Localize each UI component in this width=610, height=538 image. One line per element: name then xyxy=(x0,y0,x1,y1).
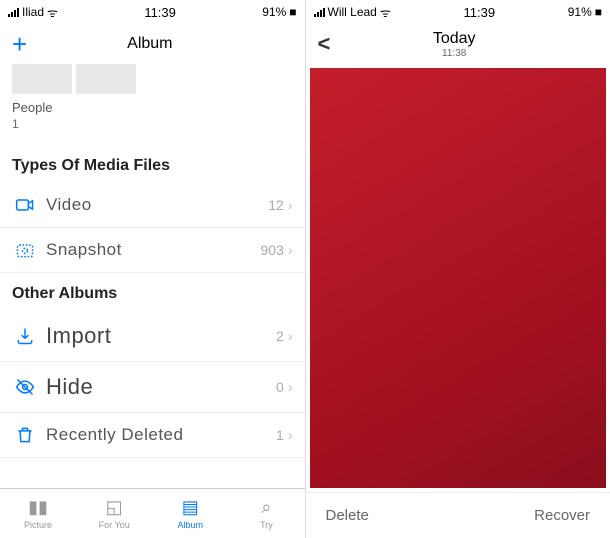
wifi-icon: ᯤ xyxy=(47,4,58,21)
tab-foryou[interactable]: ◱ For You xyxy=(76,489,152,538)
signal-icon xyxy=(8,8,19,17)
tab-picture[interactable]: ▮▮ Picture xyxy=(0,489,76,538)
section-other-albums: Other Albums xyxy=(0,273,305,311)
tab-label: Album xyxy=(178,520,204,530)
chevron-right-icon: › xyxy=(288,242,293,258)
row-count: 0 xyxy=(276,379,284,395)
status-bar: Iliad ᯤ 11:39 91% ■ xyxy=(0,0,305,24)
recover-button[interactable]: Recover xyxy=(534,507,590,524)
video-icon xyxy=(12,195,38,215)
battery-pct: 91% xyxy=(262,5,286,19)
row-count: 903 xyxy=(260,242,283,258)
photo-detail-screen: Will Lead ᯤ 11:39 91% ■ < Today 11:38 De… xyxy=(306,0,610,538)
row-label: Recently Deleted xyxy=(38,425,276,445)
people-label: People xyxy=(0,100,305,117)
row-snapshot[interactable]: Snapshot 903 › xyxy=(0,228,305,273)
tab-label: For You xyxy=(99,520,130,530)
camera-icon xyxy=(12,240,38,260)
tab-search[interactable]: ⌕ Try xyxy=(228,489,304,538)
battery-icon: ■ xyxy=(289,5,296,19)
row-label: Snapshot xyxy=(38,240,260,260)
page-title: Album xyxy=(27,35,272,53)
thumbnail[interactable] xyxy=(76,64,136,94)
battery-pct: 91% xyxy=(568,5,592,19)
bottom-bar: Delete Recover xyxy=(306,492,610,538)
row-import[interactable]: Import 2 › xyxy=(0,311,305,362)
row-hide[interactable]: Hide 0 › xyxy=(0,362,305,413)
chevron-right-icon: › xyxy=(288,379,293,395)
clock: 11:39 xyxy=(144,5,176,20)
subtitle: 11:38 xyxy=(330,48,578,59)
row-label: Video xyxy=(38,195,268,215)
tab-bar: ▮▮ Picture ◱ For You ▤ Album ⌕ Try xyxy=(0,488,305,538)
tab-label: Picture xyxy=(24,520,52,530)
back-button[interactable]: < xyxy=(318,31,331,57)
nav-bar: + Album xyxy=(0,24,305,64)
clock: 11:39 xyxy=(463,5,495,20)
thumbnail[interactable] xyxy=(12,64,72,94)
photo-preview[interactable] xyxy=(310,68,607,488)
carrier: Iliad xyxy=(22,5,44,19)
row-recently-deleted[interactable]: Recently Deleted 1 › xyxy=(0,413,305,458)
delete-button[interactable]: Delete xyxy=(326,507,369,524)
wifi-icon: ᯤ xyxy=(380,4,391,21)
people-count: 1 xyxy=(0,117,305,145)
chevron-right-icon: › xyxy=(288,197,293,213)
trash-icon xyxy=(12,425,38,445)
section-media-types: Types Of Media Files xyxy=(0,145,305,183)
import-icon xyxy=(12,326,38,346)
eye-off-icon xyxy=(12,377,38,397)
albums-screen: Iliad ᯤ 11:39 91% ■ + Album People 1 Typ… xyxy=(0,0,306,538)
tab-album[interactable]: ▤ Album xyxy=(152,489,228,538)
row-video[interactable]: Video 12 › xyxy=(0,183,305,228)
foryou-icon: ◱ xyxy=(106,497,123,518)
add-button[interactable]: + xyxy=(12,29,27,60)
carrier: Will Lead xyxy=(328,5,377,19)
battery-icon: ■ xyxy=(595,5,602,19)
tab-label: Try xyxy=(260,520,273,530)
row-count: 2 xyxy=(276,328,284,344)
row-label: Import xyxy=(38,323,276,349)
status-bar: Will Lead ᯤ 11:39 91% ■ xyxy=(306,0,610,24)
row-count: 1 xyxy=(276,427,284,443)
chevron-right-icon: › xyxy=(288,328,293,344)
search-icon: ⌕ xyxy=(261,497,271,518)
picture-icon: ▮▮ xyxy=(28,497,48,518)
nav-bar: < Today 11:38 xyxy=(306,24,610,64)
album-thumbnails xyxy=(0,64,305,100)
chevron-right-icon: › xyxy=(288,427,293,443)
page-title: Today 11:38 xyxy=(330,30,578,59)
album-icon: ▤ xyxy=(182,497,199,518)
row-label: Hide xyxy=(38,374,276,400)
row-count: 12 xyxy=(268,197,284,213)
signal-icon xyxy=(314,8,325,17)
